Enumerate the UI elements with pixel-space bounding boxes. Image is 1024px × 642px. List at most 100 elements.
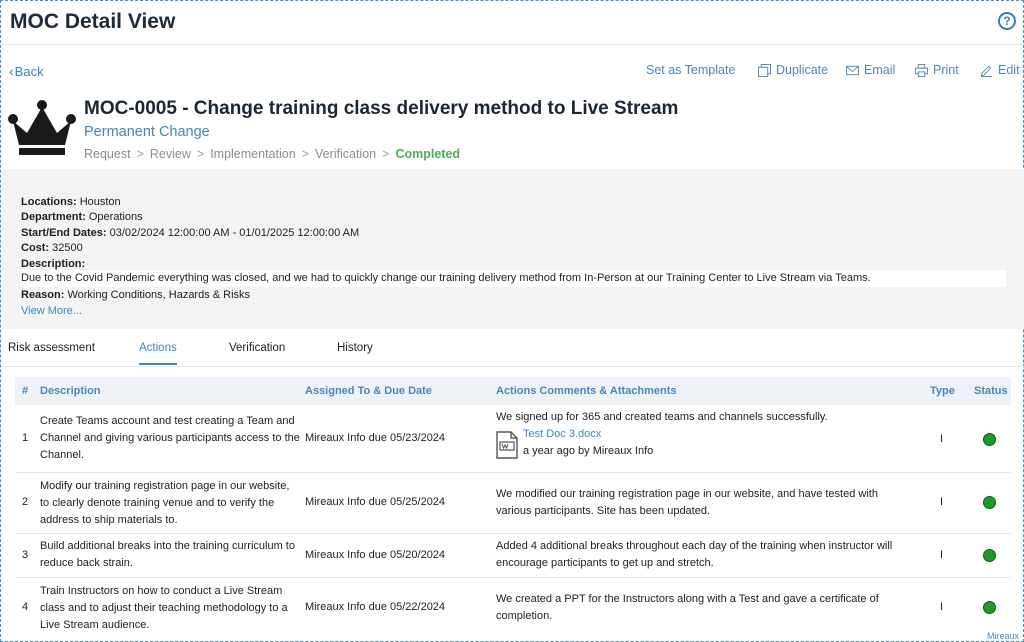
row-comment: We created a PPT for the Instructors alo… — [496, 591, 879, 625]
comment-line: encourage participants to get up and str… — [496, 555, 892, 572]
department-row: Department: Operations — [21, 211, 143, 223]
workflow-steps: Request > Review > Implementation > Veri… — [84, 147, 460, 161]
header-assigned[interactable]: Assigned To & Due Date — [305, 385, 432, 397]
row-number: 1 — [22, 430, 28, 447]
row-assigned: Mireaux Info due 05/25/2024 — [305, 494, 445, 511]
table-header: # Description Assigned To & Due Date Act… — [15, 377, 1011, 405]
description-line: Modify our training registration page in… — [40, 478, 302, 495]
attachment-link[interactable]: Test Doc 3.docx — [523, 426, 601, 443]
table-row[interactable]: 1 Create Teams account and test creating… — [15, 405, 1011, 473]
description-line: Build additional breaks into the trainin… — [40, 538, 302, 555]
moc-type: Permanent Change — [84, 124, 210, 140]
step-separator: > — [137, 147, 144, 161]
header-description[interactable]: Description — [40, 385, 101, 397]
locations-row: Locations: Houston — [21, 196, 121, 208]
cost-value: 32500 — [52, 242, 83, 254]
email-button[interactable]: Email — [846, 63, 895, 77]
description-line: Channel. — [40, 447, 302, 464]
moc-title: MOC-0005 - Change training class deliver… — [84, 98, 678, 120]
row-number: 4 — [22, 599, 28, 616]
footer-tag: Mireaux — [987, 631, 1019, 641]
description-line: Channel and giving various participants … — [40, 430, 302, 447]
duplicate-button[interactable]: Duplicate — [758, 63, 828, 77]
description-line: to clearly denote training venue and to … — [40, 495, 302, 512]
comment-line: various participants. Site has been upda… — [496, 503, 878, 520]
row-comment: Added 4 additional breaks throughout eac… — [496, 538, 892, 572]
set-as-template-label: Set as Template — [646, 63, 735, 77]
tab-history[interactable]: History — [337, 342, 373, 354]
header-status[interactable]: Status — [974, 385, 1008, 397]
email-icon — [846, 64, 859, 77]
set-as-template-button[interactable]: Set as Template — [646, 63, 735, 77]
duplicate-label: Duplicate — [776, 63, 828, 77]
row-description: Train Instructors on how to conduct a Li… — [40, 583, 302, 634]
print-button[interactable]: Print — [915, 63, 959, 77]
window-frame: MOC Detail View ? ‹Back Set as Template … — [0, 0, 1024, 642]
status-indicator — [983, 549, 996, 562]
window-title: MOC Detail View — [10, 10, 175, 34]
header-type[interactable]: Type — [930, 385, 955, 397]
step-separator: > — [382, 147, 389, 161]
actions-table: # Description Assigned To & Due Date Act… — [15, 377, 1011, 638]
description-line: Train Instructors on how to conduct a Li… — [40, 583, 302, 600]
row-assigned: Mireaux Info due 05/20/2024 — [305, 547, 445, 564]
row-number: 3 — [22, 547, 28, 564]
cost-label: Cost: — [21, 242, 49, 254]
reason-value: Working Conditions, Hazards & Risks — [67, 289, 250, 301]
step-implementation: Implementation — [210, 147, 295, 161]
description-value: Due to the Covid Pandemic everything was… — [20, 270, 1006, 287]
row-assigned: Mireaux Info due 05/22/2024 — [305, 599, 445, 616]
locations-label: Locations: — [21, 196, 77, 208]
description-label: Description: — [21, 258, 85, 270]
status-indicator — [983, 496, 996, 509]
edit-pencil-icon — [980, 64, 993, 77]
description-line: Create Teams account and test creating a… — [40, 413, 302, 430]
row-comment: We signed up for 365 and created teams a… — [496, 409, 828, 426]
comment-line: We created a PPT for the Instructors alo… — [496, 591, 879, 608]
row-number: 2 — [22, 494, 28, 511]
status-indicator — [983, 433, 996, 446]
row-type: I — [940, 431, 943, 448]
row-description: Create Teams account and test creating a… — [40, 413, 302, 464]
cost-row: Cost: 32500 — [21, 242, 83, 254]
table-row[interactable]: 3 Build additional breaks into the train… — [15, 534, 1011, 578]
status-indicator — [983, 601, 996, 614]
print-label: Print — [933, 63, 959, 77]
chevron-left-icon: ‹ — [9, 63, 14, 79]
locations-value: Houston — [80, 196, 121, 208]
table-row[interactable]: 4 Train Instructors on how to conduct a … — [15, 578, 1011, 638]
back-label: Back — [15, 64, 44, 79]
tab-risk-assessment[interactable]: Risk assessment — [8, 342, 95, 354]
step-verification: Verification — [315, 147, 376, 161]
description-line: reduce back strain. — [40, 555, 302, 572]
description-line: Live Stream audience. — [40, 617, 302, 634]
table-row[interactable]: 2 Modify our training registration page … — [15, 473, 1011, 534]
view-more-link[interactable]: View More... — [21, 305, 82, 317]
edit-button[interactable]: Edit — [980, 63, 1020, 77]
duplicate-icon — [758, 64, 771, 77]
row-assigned: Mireaux Info due 05/23/2024 — [305, 430, 445, 447]
header-comments[interactable]: Actions Comments & Attachments — [496, 385, 677, 397]
dates-value: 03/02/2024 12:00:00 AM - 01/01/2025 12:0… — [110, 227, 360, 239]
print-icon — [915, 64, 928, 77]
department-label: Department: — [21, 211, 86, 223]
word-document-icon[interactable] — [495, 431, 519, 459]
dates-label: Start/End Dates: — [21, 227, 107, 239]
help-icon[interactable]: ? — [998, 12, 1016, 30]
title-bar: MOC Detail View ? — [2, 2, 1024, 45]
dates-row: Start/End Dates: 03/02/2024 12:00:00 AM … — [21, 227, 359, 239]
row-type: I — [940, 547, 943, 564]
details-panel: Locations: Houston Department: Operation… — [2, 169, 1024, 329]
description-line: class and to adjust their teaching metho… — [40, 600, 302, 617]
comment-line: Added 4 additional breaks throughout eac… — [496, 538, 892, 555]
description-row: Description: — [21, 258, 85, 270]
tab-actions[interactable]: Actions — [139, 342, 177, 365]
back-link[interactable]: ‹Back — [9, 63, 44, 79]
step-request: Request — [84, 147, 131, 161]
tab-verification[interactable]: Verification — [229, 342, 285, 354]
reason-row: Reason: Working Conditions, Hazards & Ri… — [21, 289, 250, 301]
tab-bar: Risk assessment Actions Verification His… — [2, 337, 1024, 367]
step-separator: > — [197, 147, 204, 161]
row-comment: We modified our training registration pa… — [496, 486, 878, 520]
description-line: address to ship materials to. — [40, 512, 302, 529]
